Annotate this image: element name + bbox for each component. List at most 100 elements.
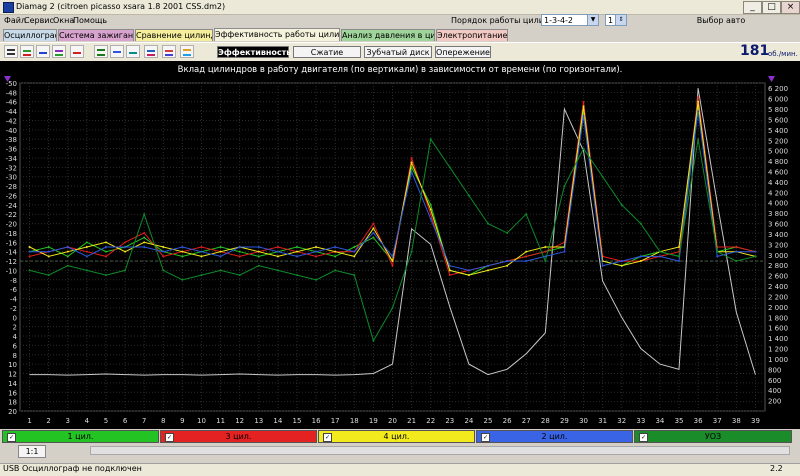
x-tick-label: 11	[216, 417, 225, 425]
series-point	[315, 246, 318, 248]
series-point	[66, 250, 69, 253]
left-tick-label: -28	[6, 183, 17, 191]
series-point	[620, 260, 623, 263]
series-point	[315, 250, 318, 253]
x-tick-label: 30	[579, 417, 588, 425]
right-tick-label: 400	[768, 387, 781, 395]
print-icon[interactable]	[110, 45, 124, 58]
series-point	[353, 255, 356, 258]
channel-uoz[interactable]: ✓ УОЗ	[634, 430, 792, 443]
right-tick-label: 4 800	[768, 158, 788, 166]
series-point	[162, 250, 165, 253]
list-icon[interactable]	[4, 45, 18, 58]
tab-oscilloscope[interactable]: Осциллограф	[3, 29, 57, 41]
tab-ignition[interactable]: Система зажигания	[58, 29, 134, 41]
right-tick-label: 3 000	[768, 252, 788, 260]
bars-icon[interactable]	[20, 45, 34, 58]
x-tick-label: 4	[85, 417, 90, 425]
series-point	[429, 217, 432, 220]
menu-windows[interactable]: Окна	[53, 16, 74, 25]
series-point	[28, 250, 31, 253]
subtab-compression[interactable]: Сжатие (дизель)	[293, 46, 361, 69]
close-button[interactable]: ×	[781, 1, 800, 14]
left-tick-label: 0	[13, 314, 17, 322]
cylinder-stepper[interactable]: 1 ⇕	[605, 14, 627, 26]
right-tick-label: 6 200	[768, 85, 788, 93]
right-tick-label: 1 200	[768, 346, 788, 354]
series-point	[238, 255, 241, 258]
right-tick-label: 3 200	[768, 241, 788, 249]
x-tick-label: 35	[675, 417, 684, 425]
series-point	[372, 222, 375, 225]
efficiency-chart[interactable]: Вклад цилиндров в работу двигателя (по в…	[0, 61, 800, 429]
ruler-icon[interactable]	[126, 45, 140, 58]
series-point	[162, 246, 165, 248]
left-tick-label: -26	[6, 192, 18, 200]
series-point	[353, 250, 356, 253]
subtab-efficiency[interactable]: Эффективность	[217, 46, 291, 58]
curve-icon[interactable]	[36, 45, 50, 58]
title-bar: Diamag 2 (citroen picasso xsara 1.8 2001…	[0, 0, 800, 15]
channel-cyl-3[interactable]: ✓ 3 цил.	[160, 430, 317, 443]
scrollbar-thumb[interactable]	[91, 447, 789, 454]
select-car-button[interactable]: Выбор авто	[648, 14, 794, 27]
chart-icon[interactable]	[162, 45, 176, 58]
series-point	[28, 255, 31, 258]
tab-pressure-analysis[interactable]: Анализ давления в цилиндре	[341, 29, 435, 41]
rpm-unit: об./мин.	[768, 50, 798, 58]
left-tick-label: -32	[6, 164, 17, 172]
channel-cyl-1[interactable]: ✓ 1 цил.	[2, 430, 159, 443]
subtab-gear-disk[interactable]: Зубчатый диск	[364, 46, 432, 58]
tab-cylinder-efficiency[interactable]: Эффективность работы цилиндров	[214, 28, 340, 41]
cylinder-stepper-value: 1	[608, 16, 614, 25]
series-point	[391, 255, 394, 258]
series-point	[697, 100, 700, 103]
series-point	[238, 250, 241, 253]
scale-button[interactable]: 1:1	[18, 445, 46, 458]
grid-icon[interactable]	[94, 45, 108, 58]
series-point	[85, 269, 88, 272]
right-tick-label: 1 800	[768, 314, 788, 322]
series-point	[620, 203, 623, 206]
x-tick-label: 24	[464, 417, 473, 425]
left-tick-label: 18	[8, 399, 17, 407]
tab-power-supply[interactable]: Электропитание	[436, 29, 508, 41]
cylinder-order-select[interactable]: 1-3-4-2 ▼	[541, 14, 599, 26]
left-tick-label: 16	[8, 389, 17, 397]
palette-icon[interactable]	[180, 45, 194, 58]
series-point	[467, 274, 470, 277]
maximize-button[interactable]: □	[762, 1, 781, 14]
subtab-advance[interactable]: Опережение	[435, 46, 491, 58]
table-icon[interactable]	[144, 45, 158, 58]
left-tick-label: -42	[6, 117, 17, 125]
menu-service[interactable]: Сервис	[24, 16, 54, 25]
series-point	[47, 250, 50, 253]
right-tick-label: 6 000	[768, 96, 788, 104]
minimize-button[interactable]: _	[743, 1, 762, 14]
tab-compare-cylinders[interactable]: Сравнение цилиндров	[135, 29, 213, 41]
channel-cyl-4[interactable]: ✓ 4 цил.	[318, 430, 475, 443]
left-tick-label: 12	[8, 371, 17, 379]
series-point	[716, 250, 719, 253]
menu-file[interactable]: Файл	[4, 16, 26, 25]
series-point	[219, 250, 222, 253]
series-point	[295, 274, 298, 277]
left-tick-label: -24	[6, 202, 18, 210]
wave-icon[interactable]	[52, 45, 66, 58]
series-point	[735, 246, 738, 248]
series-point	[143, 231, 146, 234]
series-point	[467, 194, 470, 197]
left-tick-label: -46	[6, 99, 18, 107]
menu-help[interactable]: Помощь	[73, 16, 107, 25]
series-point	[525, 250, 528, 253]
x-tick-label: 37	[713, 417, 722, 425]
series-point	[391, 306, 394, 309]
x-tick-label: 8	[161, 417, 165, 425]
horizontal-scrollbar[interactable]	[90, 446, 790, 455]
arrows-icon[interactable]	[70, 45, 84, 58]
left-tick-label: -22	[6, 211, 17, 219]
right-tick-label: 4 400	[768, 179, 788, 187]
series-point	[429, 138, 432, 141]
channel-cyl-2[interactable]: ✓ 2 цил.	[476, 430, 633, 443]
series-point	[658, 255, 661, 258]
